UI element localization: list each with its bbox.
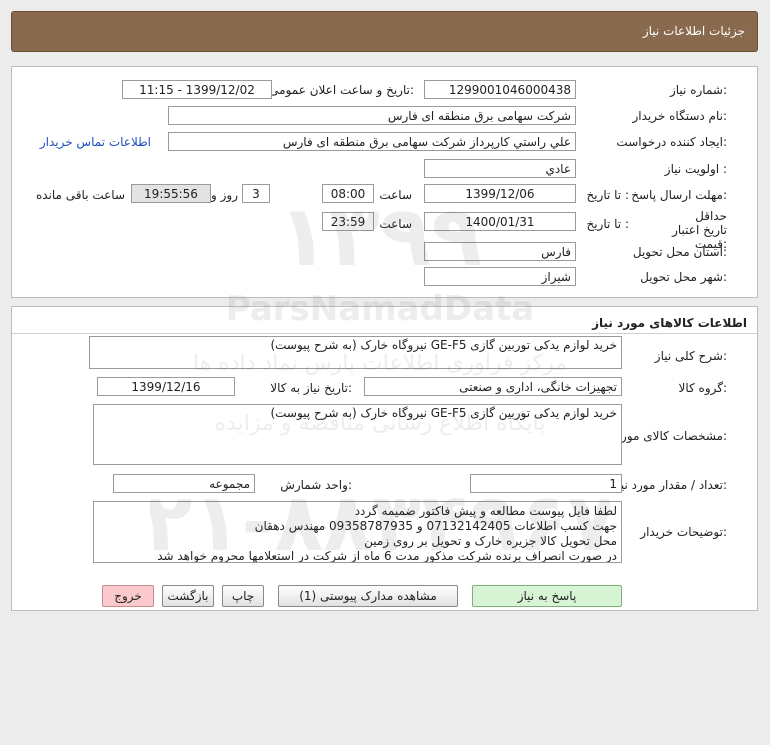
buyer-notes-field: لطفا فایل پیوست مطالعه و پیش فاکتور ضمیم… bbox=[93, 501, 622, 563]
exit-button[interactable]: خروج bbox=[102, 585, 154, 607]
back-button[interactable]: بازگشت bbox=[162, 585, 214, 607]
days-label: روز و bbox=[211, 188, 238, 202]
announce-label: تاریخ و ساعت اعلان عمومی: bbox=[269, 83, 414, 97]
deadline-time-label: ساعت bbox=[379, 188, 412, 202]
need-date-label: تاریخ نیاز به کالا: bbox=[270, 381, 352, 395]
need-info-panel: شماره نیاز: 1299001046000438 تاریخ و ساع… bbox=[11, 66, 758, 298]
buyer-note-line: جهت کسب اطلاعات 07132142405 و 0935878793… bbox=[254, 519, 617, 533]
buyer-note-line: لطفا فایل پیوست مطالعه و پیش فاکتور ضمیم… bbox=[354, 504, 617, 518]
deadline-time-field: 08:00 bbox=[322, 184, 374, 203]
deadline-label: مهلت ارسال پاسخ: bbox=[631, 188, 727, 202]
page-title: جزئیات اطلاعات نیاز bbox=[642, 24, 745, 38]
validity-time-field: 23:59 bbox=[322, 212, 374, 231]
validity-to-date-label: تا تاریخ : bbox=[586, 217, 629, 231]
buyer-org-label: نام دستگاه خریدار: bbox=[632, 109, 728, 123]
priority-label: اولویت نیاز : bbox=[664, 162, 727, 176]
province-label: استان محل تحویل: bbox=[632, 245, 727, 259]
priority-field: عادي bbox=[424, 159, 576, 178]
page-header: جزئیات اطلاعات نیاز bbox=[11, 11, 758, 52]
remaining-label: ساعت باقی مانده bbox=[35, 188, 125, 202]
quantity-label: تعداد / مقدار مورد نیاز: bbox=[611, 478, 727, 492]
city-label: شهر محل تحویل: bbox=[640, 270, 727, 284]
buyer-org-field: شرکت سهامی برق منطقه ای فارس bbox=[168, 106, 576, 125]
spec-field: خرید لوازم یدکی توربین گازی GE-F5 نیروگا… bbox=[93, 404, 622, 465]
general-desc-field: خرید لوازم یدکی توربین گازی GE-F5 نیروگا… bbox=[89, 336, 622, 369]
goods-group-field: تجهیزات خانگی، اداری و صنعتی bbox=[364, 377, 622, 396]
buyer-contact-link[interactable]: اطلاعات تماس خریدار bbox=[40, 135, 151, 149]
reply-button[interactable]: پاسخ به نیاز bbox=[472, 585, 622, 607]
validity-date-field: 1400/01/31 bbox=[424, 212, 576, 231]
deadline-to-date-label: تا تاریخ : bbox=[586, 188, 629, 202]
announce-datetime-field: 1399/12/02 - 11:15 bbox=[122, 80, 272, 99]
remaining-time-field: 19:55:56 bbox=[131, 184, 211, 203]
buyer-note-line: محل تحویل کالا جزیره خارک و تحویل بر روی… bbox=[364, 534, 617, 548]
unit-label: واحد شمارش: bbox=[280, 478, 352, 492]
goods-section-title: اطلاعات کالاهای مورد نیاز bbox=[592, 316, 747, 330]
validity-time-label: ساعت bbox=[379, 217, 412, 231]
section-divider bbox=[12, 333, 757, 334]
buyer-notes-label: توضیحات خریدار: bbox=[640, 525, 727, 539]
quantity-field: 1 bbox=[470, 474, 622, 493]
deadline-date-field: 1399/12/06 bbox=[424, 184, 576, 203]
goods-panel: اطلاعات کالاهای مورد نیاز شرح کلی نیاز: … bbox=[11, 306, 758, 611]
need-number-field: 1299001046000438 bbox=[424, 80, 576, 99]
print-button[interactable]: چاپ bbox=[222, 585, 264, 607]
goods-group-label: گروه کالا: bbox=[678, 381, 728, 395]
creator-field: علي راستي کارپرداز شرکت سهامی برق منطقه … bbox=[168, 132, 576, 151]
general-desc-label: شرح کلی نیاز: bbox=[654, 349, 727, 363]
view-attachments-button[interactable]: مشاهده مدارک پیوستی (1) bbox=[278, 585, 458, 607]
need-number-label: شماره نیاز: bbox=[669, 83, 727, 97]
buyer-note-line: در صورت انصراف برنده شرکت مذکور مدت 6 ما… bbox=[157, 549, 617, 563]
unit-field: مجموعه bbox=[113, 474, 255, 493]
city-field: شیراز bbox=[424, 267, 576, 286]
creator-label: ایجاد کننده درخواست: bbox=[616, 135, 727, 149]
remaining-days-field: 3 bbox=[242, 184, 270, 203]
province-field: فارس bbox=[424, 242, 576, 261]
need-date-field: 1399/12/16 bbox=[97, 377, 235, 396]
